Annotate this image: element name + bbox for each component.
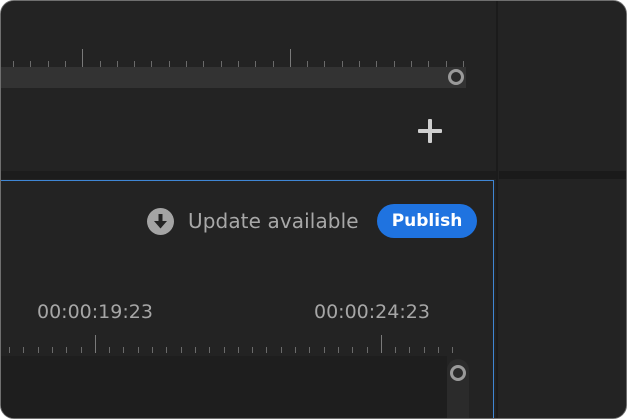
timeline-panel[interactable]: Update available Publish 00:00:19:23 00:… xyxy=(1,180,494,418)
ruler-minor-tick xyxy=(309,347,311,353)
vertical-scrollbar[interactable] xyxy=(447,359,469,418)
ruler-major-tick xyxy=(94,335,96,353)
download-circle-icon xyxy=(147,207,174,235)
ruler-major-tick xyxy=(380,335,382,353)
app-window: Update available Publish 00:00:19:23 00:… xyxy=(0,0,627,419)
right-horizontal-divider[interactable] xyxy=(499,171,626,179)
timeline-ruler[interactable] xyxy=(1,327,461,353)
ruler-minor-tick xyxy=(252,347,254,353)
ruler-minor-tick xyxy=(23,347,25,353)
timeline-track-area[interactable] xyxy=(1,356,447,418)
ruler-minor-tick xyxy=(223,347,225,353)
ruler-minor-tick xyxy=(152,347,153,353)
ruler-minor-tick xyxy=(123,347,125,353)
add-button[interactable] xyxy=(418,119,442,143)
update-notice[interactable]: Update available xyxy=(147,207,359,235)
ruler-minor-tick xyxy=(438,347,439,353)
ruler-minor-tick xyxy=(295,347,296,353)
ruler-major-tick xyxy=(82,49,84,67)
ruler-minor-tick xyxy=(180,347,182,353)
ruler-minor-tick xyxy=(237,347,239,353)
publish-button[interactable]: Publish xyxy=(377,204,477,238)
ruler-minor-tick xyxy=(209,347,211,353)
timecode-label: 00:00:24:23 xyxy=(314,301,430,323)
horizontal-divider[interactable] xyxy=(1,171,496,179)
ruler-major-tick xyxy=(289,49,291,67)
scroll-handle-icon[interactable] xyxy=(448,69,464,85)
right-panel xyxy=(498,1,626,418)
ruler-minor-tick xyxy=(395,347,397,353)
time-ruler[interactable] xyxy=(1,41,466,67)
ruler-minor-tick xyxy=(137,347,139,353)
ruler-minor-tick xyxy=(337,347,339,353)
ruler-minor-tick xyxy=(166,347,168,353)
ruler-minor-tick xyxy=(409,347,411,353)
ruler-minor-tick xyxy=(37,347,39,353)
ruler-minor-tick xyxy=(51,347,53,353)
program-monitor-controls xyxy=(1,1,496,171)
ruler-minor-tick xyxy=(452,347,454,353)
update-available-label: Update available xyxy=(188,209,359,233)
zoom-scrollbar[interactable] xyxy=(1,67,466,88)
ruler-minor-tick xyxy=(9,347,10,353)
ruler-minor-tick xyxy=(423,347,425,353)
ruler-minor-tick xyxy=(66,347,68,353)
ruler-minor-tick xyxy=(280,347,282,353)
ruler-minor-tick xyxy=(266,347,268,353)
ruler-minor-tick xyxy=(80,347,82,353)
ruler-minor-tick xyxy=(194,347,196,353)
timecode-label: 00:00:19:23 xyxy=(37,301,153,323)
ruler-minor-tick xyxy=(323,347,325,353)
ruler-minor-tick xyxy=(109,347,111,353)
ruler-minor-tick xyxy=(366,347,368,353)
ruler-minor-tick xyxy=(352,347,354,353)
scroll-handle-icon[interactable] xyxy=(450,365,466,381)
